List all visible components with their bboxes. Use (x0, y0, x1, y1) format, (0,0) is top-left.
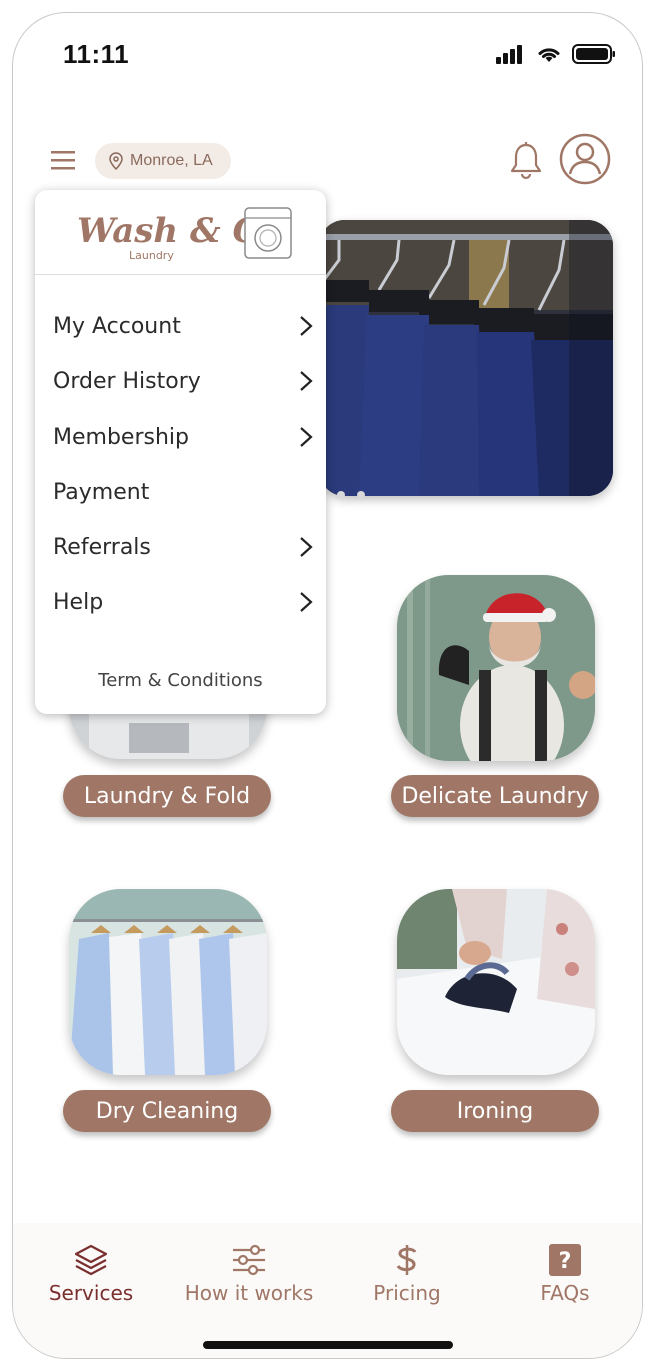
carousel-dot[interactable] (357, 491, 365, 499)
nav-pricing[interactable]: Pricing (337, 1243, 477, 1305)
chevron-right-icon (300, 537, 313, 557)
menu-divider (35, 274, 326, 275)
chevron-right-icon (300, 371, 313, 391)
menu-item-membership[interactable]: Membership (53, 417, 313, 457)
status-time: 11:11 (63, 39, 130, 69)
menu-item-payment[interactable]: Payment (53, 472, 313, 512)
map-pin-icon (109, 152, 123, 170)
nav-label: Pricing (373, 1281, 441, 1305)
location-selector[interactable]: Monroe, LA (95, 143, 231, 179)
ironing-tile-image[interactable] (397, 889, 595, 1075)
layers-icon (74, 1244, 108, 1276)
nav-label: How it works (184, 1281, 314, 1305)
menu-item-my-account[interactable]: My Account (53, 306, 313, 346)
menu-item-label: Order History (53, 368, 201, 394)
dollar-icon (396, 1245, 417, 1275)
dry-cleaning-tile-image[interactable] (69, 889, 267, 1075)
menu-item-label: Payment (53, 479, 150, 505)
ironing-button[interactable]: Ironing (391, 1090, 599, 1132)
chevron-right-icon (300, 427, 313, 447)
chevron-right-icon (300, 592, 313, 612)
home-indicator (203, 1341, 453, 1349)
phone-frame: 11:11 Monroe, LA Laundry & Fold Delicate… (12, 12, 643, 1359)
nav-label: FAQs (540, 1281, 590, 1305)
sliders-icon (233, 1244, 265, 1276)
nav-services[interactable]: Services (21, 1243, 161, 1305)
menu-hamburger-icon[interactable] (51, 149, 77, 173)
delicate-laundry-tile-image[interactable] (397, 575, 595, 761)
nav-label: Services (48, 1281, 134, 1305)
battery-icon (572, 44, 615, 64)
svg-text:?: ? (559, 1249, 572, 1274)
signal-icon (496, 45, 522, 64)
menu-item-order-history[interactable]: Order History (53, 361, 313, 401)
status-icons (496, 43, 616, 65)
nav-faqs[interactable]: ? FAQs (495, 1243, 635, 1305)
menu-item-label: Membership (53, 424, 189, 450)
carousel-dots[interactable] (337, 491, 365, 499)
laundry-fold-button[interactable]: Laundry & Fold (63, 775, 271, 817)
question-icon: ? (549, 1244, 581, 1276)
terms-conditions-link[interactable]: Term & Conditions (35, 670, 326, 691)
side-menu-dropdown: Wash & GO Laundry My Account Order Histo… (35, 190, 326, 714)
menu-item-label: My Account (53, 313, 181, 339)
wifi-icon (538, 48, 560, 62)
nav-how-it-works[interactable]: How it works (179, 1243, 319, 1305)
delicate-laundry-button[interactable]: Delicate Laundry (391, 775, 599, 817)
menu-item-label: Help (53, 589, 104, 615)
menu-item-label: Referrals (53, 534, 151, 560)
chevron-right-icon (300, 316, 313, 336)
dry-cleaning-button[interactable]: Dry Cleaning (63, 1090, 271, 1132)
promo-banner-image[interactable] (319, 220, 613, 496)
bell-icon[interactable] (509, 141, 543, 186)
menu-item-referrals[interactable]: Referrals (53, 527, 313, 567)
profile-avatar-icon[interactable] (559, 133, 611, 185)
location-label: Monroe, LA (130, 152, 213, 169)
svg-text:Laundry: Laundry (129, 249, 174, 262)
carousel-dot[interactable] (337, 491, 345, 499)
menu-item-help[interactable]: Help (53, 582, 313, 622)
brand-logo: Wash & GO Laundry (75, 204, 295, 264)
